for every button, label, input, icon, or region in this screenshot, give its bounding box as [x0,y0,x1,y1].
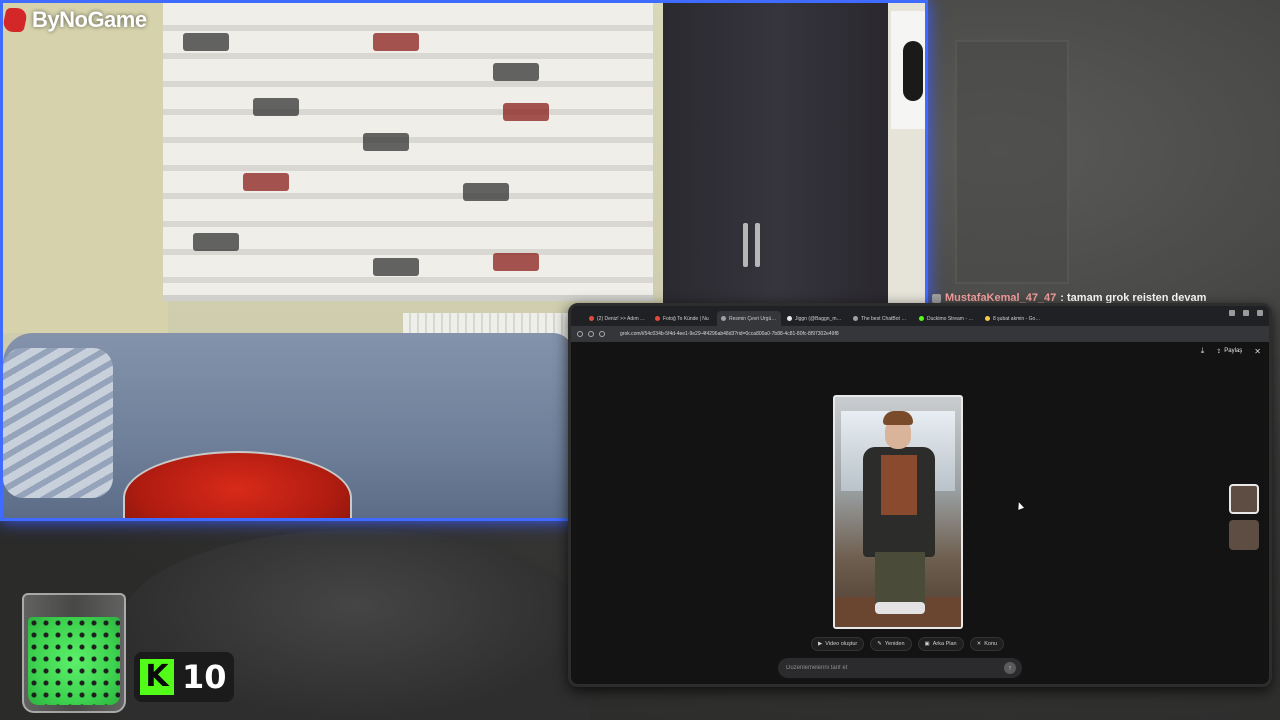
thumbnail-1[interactable] [1229,484,1259,514]
browser-tab[interactable]: 8 şubat akmin - Google [981,311,1045,326]
close-icon[interactable] [1257,310,1263,316]
blind-print [363,133,409,151]
action-label: Arka Plan [932,641,957,647]
tab-label: Resmin Çevri Ürgüleme [729,315,777,322]
blind-print [503,103,549,121]
reload-icon[interactable] [599,331,605,337]
window-controls [1229,310,1263,316]
browser-tab[interactable]: Resmin Çevri Ürgüleme [717,311,781,326]
blind-print [193,233,239,251]
browser-tab[interactable]: Fotoğ To Künde | Nu [651,311,715,326]
action-button[interactable]: ▣ Arka Plan [917,637,964,651]
action-label: Video oluştur [825,641,858,647]
image-actions: ▶ Video oluştur ✎ Yeniden ▣ Arka Plan ✕ Konu [811,637,1005,651]
tab-favicon-icon [655,316,660,321]
tab-favicon-icon [919,316,924,321]
action-icon: ✕ [976,641,982,647]
tab-favicon-icon [853,316,858,321]
action-button[interactable]: ✎ Yeniden [870,637,912,651]
photo-shirt [881,455,917,515]
tab-favicon-icon [589,316,594,321]
browser-tab[interactable]: The best ChatBot and W [849,311,913,326]
window-blind [163,3,653,301]
send-button[interactable]: ↑ [1004,662,1016,674]
tab-label: Fotoğ To Künde | Nu [663,315,709,322]
action-button[interactable]: ▶ Video oluştur [811,637,865,651]
image-thumbnails [1229,484,1259,550]
share-icon: ⇪ [1216,348,1222,355]
kick-count: 10 [182,658,227,696]
photo-pants [875,552,925,607]
tab-bar: (2) Deniz! >> Adım Adım Fotoğ To Künde | … [571,306,1269,326]
browser-tab[interactable]: Jiggn (@Baggn_mert) / X [783,311,847,326]
chat-badge-icon [932,293,941,303]
photo-beanie [883,411,913,425]
brand-logo-text: ByNoGame [32,7,147,32]
tab-favicon-icon [985,316,990,321]
tab-favicon-icon [787,316,792,321]
blind-print [243,173,289,191]
blind-print [373,258,419,276]
wardrobe-handle [755,223,760,267]
tab-label: 8 şubat akmin - Google [993,315,1041,322]
tab-favicon-icon [721,316,726,321]
browser-tab[interactable]: Duckimo Stream - Watch [915,311,979,326]
blind-print [373,33,419,51]
wardrobe [663,3,893,313]
kick-jar [22,593,126,713]
kick-logo-icon: K [140,659,174,695]
minimize-icon[interactable] [1229,310,1235,316]
download-icon[interactable]: ⤓ [1201,346,1205,356]
close-icon[interactable]: ✕ [1254,347,1261,356]
tab-label: The best ChatBot and W [861,315,909,322]
image-toolbar: ⤓ ⇪ Paylaş ✕ [1201,346,1261,356]
generated-image[interactable] [833,395,963,629]
mouse-cursor-icon [1015,501,1025,510]
share-button[interactable]: ⇪ Paylaş [1216,348,1242,355]
blind-print [183,33,229,51]
photo-shoes [875,602,925,614]
brand-logo-icon [1,8,29,32]
maximize-icon[interactable] [1243,310,1249,316]
kick-counter: K 10 [134,652,234,702]
blind-print [253,98,299,116]
action-label: Konu [984,641,998,647]
jar-fill [28,617,120,705]
action-icon: ▶ [818,641,823,647]
wall [3,3,168,333]
brand-logo: ByNoGame [1,6,147,34]
browser-tab[interactable]: (2) Deniz! >> Adım Adım [585,311,649,326]
edit-prompt-input[interactable] [784,664,1004,672]
url-text[interactable]: grok.com/i/54c034b-5f4d-4ee1-9e29-4f4296… [620,331,839,337]
back-icon[interactable] [577,331,583,337]
blind-print [463,183,509,201]
address-bar: grok.com/i/54c034b-5f4d-4ee1-9e29-4f4296… [571,326,1269,342]
thumbnail-2[interactable] [1229,520,1259,550]
blind-print [493,63,539,81]
tab-label: (2) Deniz! >> Adım Adım [597,315,645,322]
tab-label: Duckimo Stream - Watch [927,315,975,322]
action-button[interactable]: ✕ Konu [969,637,1005,651]
forward-icon[interactable] [588,331,594,337]
browser-window: (2) Deniz! >> Adım Adım Fotoğ To Künde | … [568,303,1272,687]
background-door [955,40,1069,284]
pillow [3,348,113,498]
action-icon: ▣ [924,641,930,647]
poster [891,11,925,129]
blind-print [493,253,539,271]
prompt-bar: ↑ [778,658,1022,678]
action-label: Yeniden [884,641,905,647]
tab-label: Jiggn (@Baggn_mert) / X [795,315,843,322]
action-icon: ✎ [877,641,882,647]
wardrobe-handle [743,223,748,267]
share-label: Paylaş [1224,348,1243,354]
